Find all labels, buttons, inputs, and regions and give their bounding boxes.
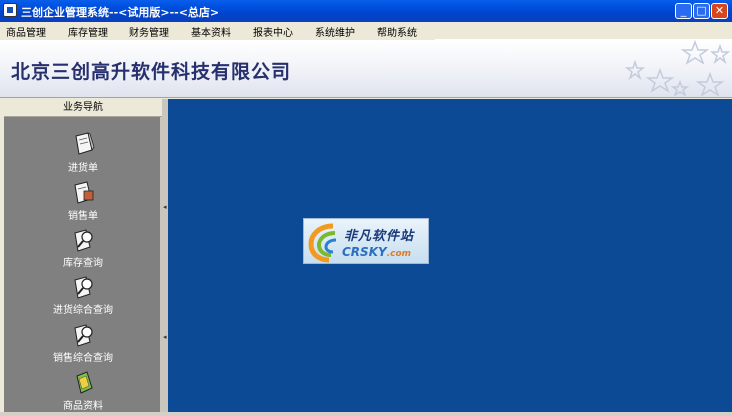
nav-label: 销售综合查询 [53,353,113,364]
nav-item-product-info[interactable]: 商品资料 [4,370,162,416]
nav-item-purchase-order[interactable]: 进货单 [4,132,162,178]
watermark-cn: 非凡软件站 [344,229,415,244]
nav-item-purchase-query[interactable]: 进货综合查询 [4,274,162,320]
company-name: 北京三创高升软件科技有限公司 [11,61,292,83]
nav-label: 进货综合查询 [53,305,113,316]
company-banner: 北京三创高升软件科技有限公司 [0,40,732,98]
stars-decoration-icon [624,40,731,97]
menu-item-inventory[interactable]: 库存管理 [68,24,108,39]
menu-bar: 商品管理 库存管理 财务管理 基本资料 报表中心 系统维护 帮助系统 [0,22,732,40]
menu-item-system[interactable]: 系统维护 [315,24,355,39]
menu-item-reports[interactable]: 报表中心 [253,24,293,39]
sales-query-icon [74,324,93,347]
nav-header: 业务导航 [4,99,162,117]
purchase-order-icon [75,132,95,155]
minimize-button[interactable]: _ [675,3,692,19]
nav-item-sales-order[interactable]: 销售单 [4,180,162,226]
nav-label: 商品资料 [63,401,103,412]
main-workspace: 非凡软件站 CRSKY.com [168,99,732,412]
app-icon[interactable] [3,3,17,17]
menu-item-help[interactable]: 帮助系统 [377,24,417,39]
nav-label: 进货单 [68,163,98,174]
splitter-grip-icon: ◂ [163,333,167,341]
app-window: 三创企业管理系统--<试用版>--<总店> _ □ ✕ 商品管理 库存管理 财务… [0,0,732,412]
watermark-logo: 非凡软件站 CRSKY.com [303,218,429,264]
nav-item-sales-query[interactable]: 销售综合查询 [4,322,162,368]
sales-order-icon [74,181,94,204]
business-nav: 业务导航 进货单 销售单 库存查询 进货综合查询 销售综合查询 商品资料 [4,99,162,412]
close-button[interactable]: ✕ [711,3,728,19]
splitter-grip-icon: ◂ [163,203,167,211]
window-title: 三创企业管理系统--<试用版>--<总店> [21,6,220,19]
menu-item-finance[interactable]: 财务管理 [129,24,169,39]
menu-item-products[interactable]: 商品管理 [6,24,46,39]
inventory-query-icon [74,229,93,252]
menu-item-basic-data[interactable]: 基本资料 [191,24,231,39]
product-info-icon [76,371,93,394]
watermark-en: CRSKY.com [342,245,412,259]
title-bar[interactable]: 三创企业管理系统--<试用版>--<总店> _ □ ✕ [0,0,732,22]
nav-label: 库存查询 [63,258,103,269]
nav-label: 销售单 [68,211,98,222]
nav-item-inventory-query[interactable]: 库存查询 [4,227,162,273]
swirl-logo-icon [308,223,337,263]
purchase-query-icon [74,276,93,299]
maximize-button[interactable]: □ [693,3,710,19]
